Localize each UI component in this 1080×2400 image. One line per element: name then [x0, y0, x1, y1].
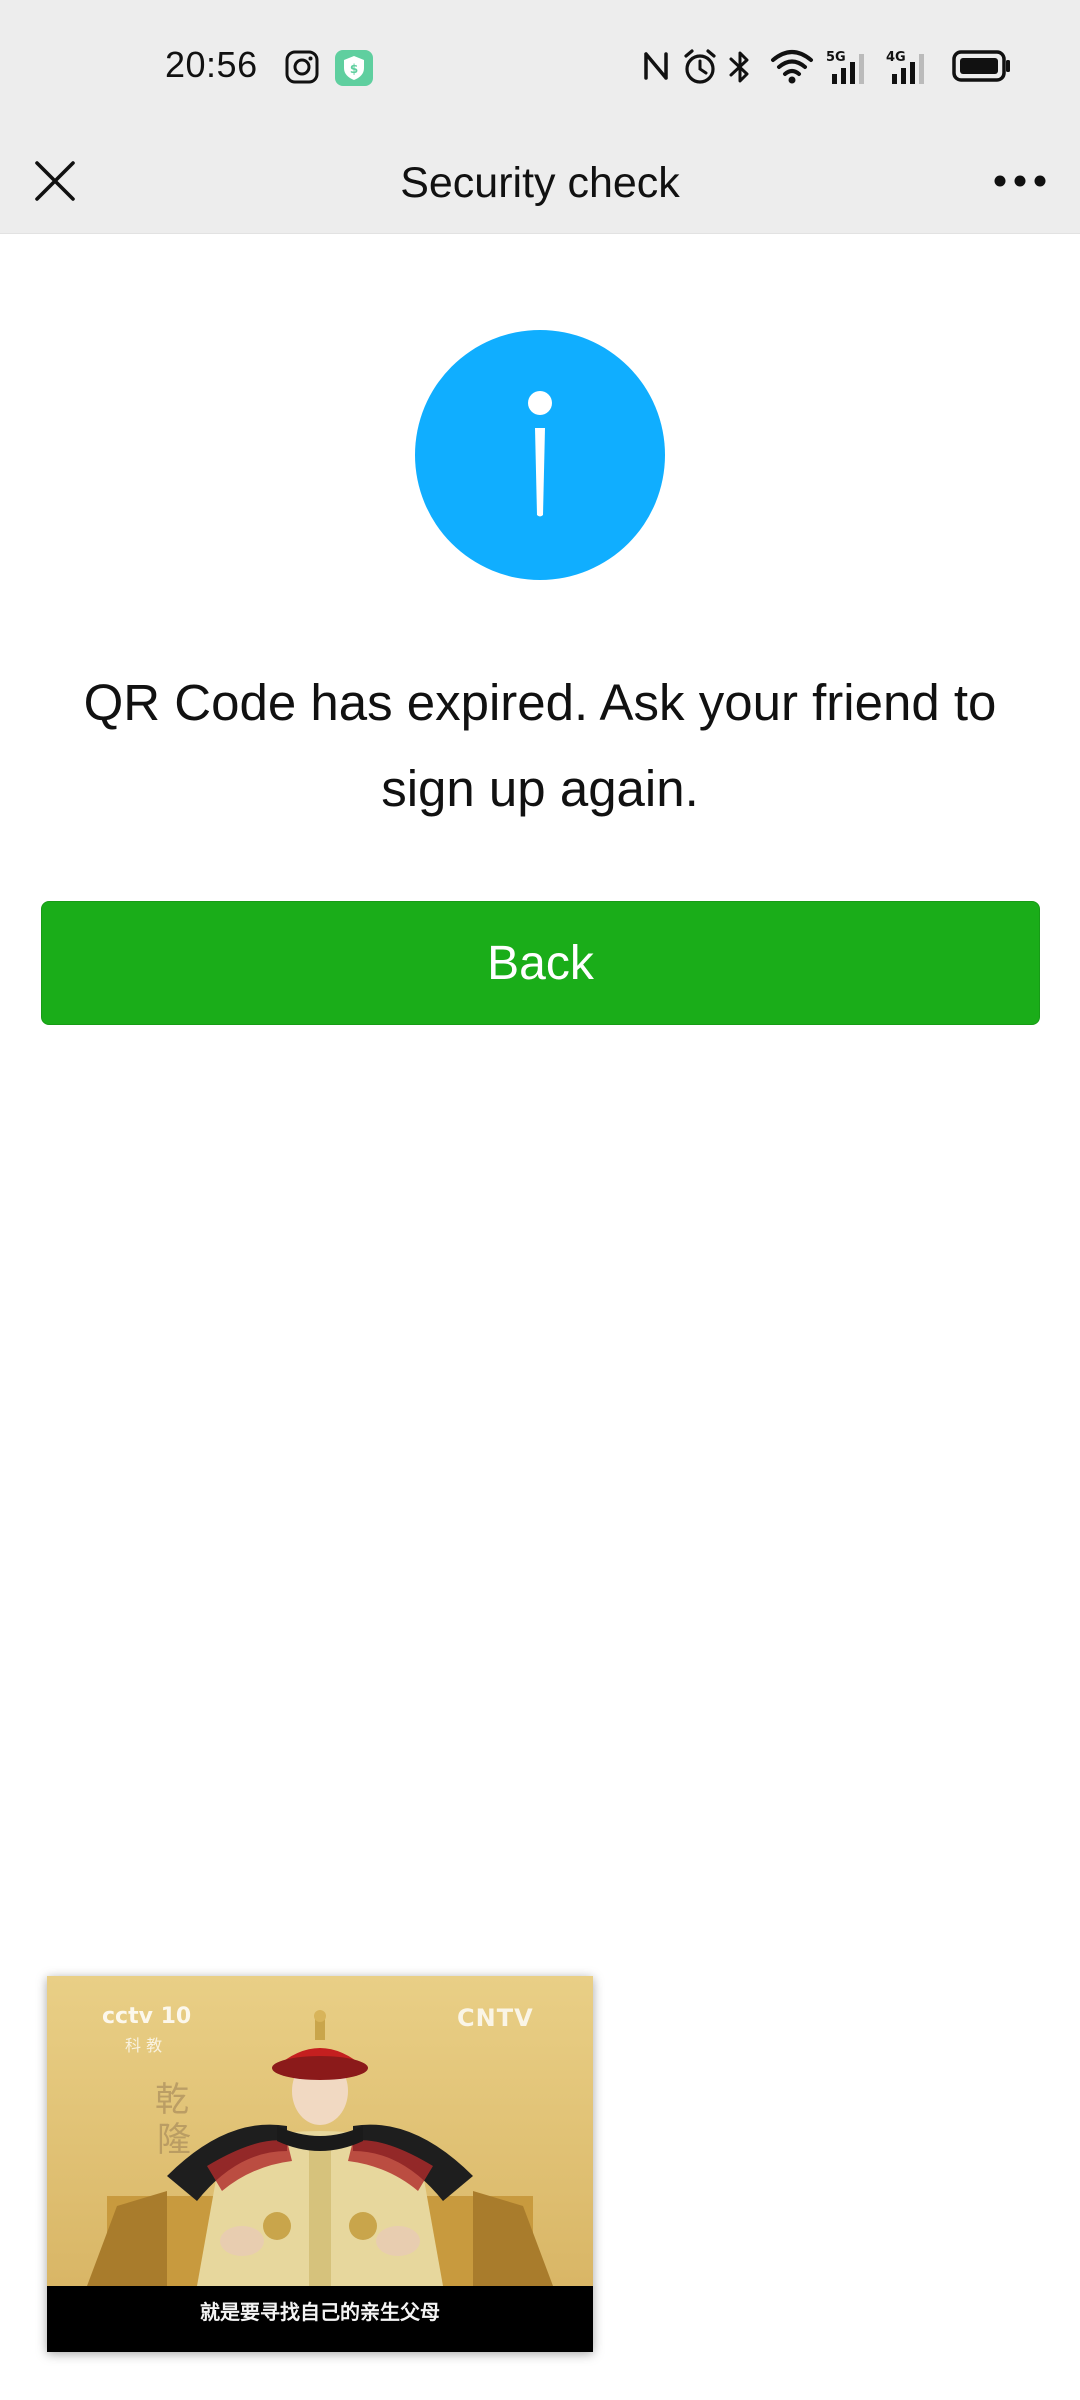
wifi-icon [770, 48, 814, 89]
video-subtitle: 就是要寻找自己的亲生父母 [200, 2299, 440, 2324]
more-button[interactable] [980, 153, 1060, 213]
nav-bar: Security check [0, 133, 1080, 234]
alarm-icon [681, 48, 719, 91]
more-icon [993, 174, 1047, 193]
back-button[interactable]: Back [41, 901, 1040, 1025]
shield-app-icon: $ [335, 50, 373, 91]
watermark-logo: CNTV [457, 2004, 534, 2032]
signal-5g-icon: 5G [826, 48, 874, 91]
channel-sub-label: 科 教 [125, 2036, 163, 2055]
info-icon [415, 330, 665, 580]
floating-video-player[interactable]: 乾 隆 cctv 10 科 教 CNTV 就是要寻找自己的亲生父母 [47, 1976, 593, 2352]
svg-text:5G: 5G [826, 50, 846, 65]
expired-message: QR Code has expired. Ask your friend to … [83, 674, 997, 817]
page-title: Security check [400, 159, 680, 207]
subtitle-bar: 就是要寻找自己的亲生父母 [47, 2286, 593, 2352]
bluetooth-icon [727, 48, 753, 91]
instagram-icon [285, 50, 319, 89]
svg-text:隆: 隆 [157, 2120, 191, 2160]
signal-4g-icon: 4G [886, 48, 934, 91]
nfc-icon [640, 48, 672, 89]
back-button-label: Back [487, 936, 594, 990]
status-bar: 20:56 $ 5G 4G [0, 0, 1080, 133]
svg-text:$: $ [350, 62, 358, 76]
svg-text:4G: 4G [886, 50, 906, 65]
channel-logo: cctv 10 [102, 2004, 192, 2029]
battery-icon [952, 48, 1012, 89]
status-time: 20:56 [165, 44, 258, 85]
svg-text:乾: 乾 [155, 2080, 189, 2120]
